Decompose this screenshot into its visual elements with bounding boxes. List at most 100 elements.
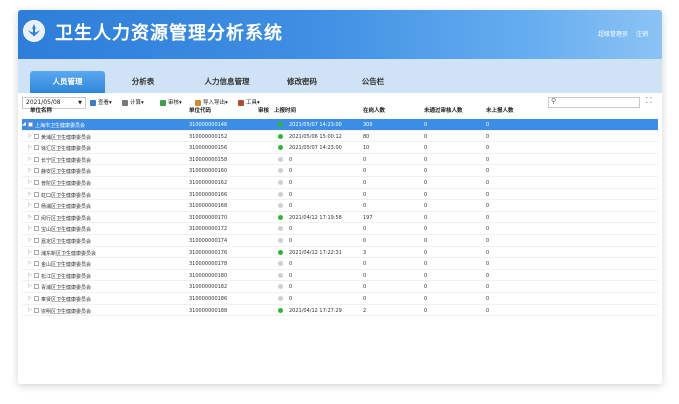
cell-onduty: 0	[363, 237, 367, 244]
tree-expand-icon[interactable]: ▷	[28, 191, 32, 197]
table-row[interactable]: ▷ 奉贤区卫生健康委员会 310000000186 0 0 0 0	[22, 293, 658, 305]
column-header[interactable]: 审核	[258, 106, 269, 114]
cell-code: 310000000186	[189, 295, 228, 302]
table-row[interactable]: ▷ 闵行区卫生健康委员会 310000000170 2021/04/12 17:19:…	[22, 212, 658, 224]
row-checkbox[interactable]	[34, 226, 39, 232]
tree-expand-icon[interactable]: ▷	[28, 133, 32, 139]
cell-onduty: 0	[363, 284, 367, 291]
column-header[interactable]: 未通过审核人数	[424, 106, 463, 114]
row-checkbox[interactable]	[28, 122, 33, 127]
cell-unreported: 0	[486, 145, 490, 152]
row-checkbox[interactable]	[34, 203, 39, 209]
tree-expand-icon[interactable]: ▷	[28, 156, 32, 162]
tree-expand-icon[interactable]: ▷	[28, 144, 32, 150]
column-header[interactable]: 在岗人数	[363, 106, 385, 114]
cell-name: 静安区卫生健康委员会	[41, 169, 92, 176]
cell-onduty: 0	[363, 156, 367, 163]
main-nav: 人员管理 分析表 人力信息管理 修改密码 公告栏	[18, 59, 662, 93]
audit-pending-icon	[278, 284, 283, 290]
row-checkbox[interactable]	[34, 295, 39, 301]
search-icon: ⚲	[551, 97, 557, 105]
row-checkbox[interactable]	[34, 307, 39, 313]
cell-name: 青浦区卫生健康委员会	[41, 285, 92, 292]
current-user-link[interactable]: 超级管理员	[598, 29, 628, 38]
tree-expand-icon[interactable]: ▷	[28, 272, 32, 278]
table-row[interactable]: ▷ 静安区卫生健康委员会 310000000160 0 0 0 0	[22, 165, 658, 177]
table-row[interactable]: ▷ 黄浦区卫生健康委员会 310000000152 2021/05/06 15:00:…	[22, 131, 658, 143]
tab-4[interactable]: 公告栏	[340, 71, 406, 93]
tab-1[interactable]: 分析表	[107, 71, 179, 93]
row-checkbox[interactable]	[34, 261, 39, 267]
tree-expand-icon[interactable]: ▷	[28, 202, 32, 208]
row-checkbox[interactable]	[34, 249, 39, 255]
cell-failed: 0	[424, 168, 428, 175]
audit-passed-icon	[278, 307, 283, 313]
cell-code: 310000000178	[189, 261, 228, 268]
audit-pending-icon	[278, 261, 283, 267]
column-header[interactable]: 上报时间	[274, 106, 296, 114]
tree-expand-icon[interactable]: ▷	[28, 237, 32, 243]
table-row[interactable]: ▷ 普陀区卫生健康委员会 310000000162 0 0 0 0	[22, 177, 658, 189]
table-row[interactable]: ▷ 松江区卫生健康委员会 310000000180 0 0 0 0	[22, 270, 658, 282]
table-row[interactable]: ▷ 虹口区卫生健康委员会 310000000166 0 0 0 0	[22, 189, 658, 201]
table-row[interactable]: ▷ 崇明区卫生健康委员会 310000000188 2021/04/12 17:27:…	[22, 305, 658, 317]
cell-unreported: 0	[486, 237, 490, 244]
tree-expand-icon[interactable]: ▷	[28, 283, 32, 289]
cell-onduty: 3	[363, 249, 367, 256]
fullscreen-icon[interactable]: ⛶	[646, 96, 652, 106]
row-checkbox[interactable]	[34, 133, 39, 139]
cell-name: 上海市卫生健康委员会	[35, 123, 86, 129]
row-checkbox[interactable]	[34, 284, 39, 290]
tab-0[interactable]: 人员管理	[30, 71, 105, 93]
tree-expand-icon[interactable]: ▷	[28, 225, 32, 231]
tree-expand-icon[interactable]: ▷	[28, 214, 32, 220]
cell-unreported: 0	[486, 249, 490, 256]
cell-name: 虹口区卫生健康委员会	[41, 192, 92, 199]
cell-unreported: 0	[486, 133, 490, 140]
cell-unreported: 0	[486, 284, 490, 291]
tab-2[interactable]: 人力信息管理	[187, 71, 267, 93]
tree-expand-icon[interactable]: ▷	[28, 307, 32, 313]
column-header[interactable]: 单位代码	[189, 106, 211, 114]
audit-pending-icon	[278, 168, 283, 174]
column-header[interactable]: 未上报人数	[486, 106, 514, 114]
row-checkbox[interactable]	[34, 214, 39, 220]
row-checkbox[interactable]	[34, 156, 39, 162]
cell-time: 0	[289, 168, 293, 175]
tab-3[interactable]: 修改密码	[267, 71, 337, 93]
cell-unreported: 0	[486, 226, 490, 233]
table-row[interactable]: ▷ 杨浦区卫生健康委员会 310000000168 0 0 0 0	[22, 200, 658, 212]
row-checkbox[interactable]	[34, 237, 39, 243]
audit-pending-icon	[278, 237, 283, 243]
row-checkbox[interactable]	[34, 272, 39, 278]
cell-name: 松江区卫生健康委员会	[41, 273, 92, 280]
tree-expand-icon[interactable]: ▷	[28, 167, 32, 173]
tree-expand-icon[interactable]: ▷	[28, 260, 32, 266]
cell-unreported: 0	[486, 214, 490, 221]
table-row[interactable]: ▷ 浦东新区卫生健康委员会 310000000176 2021/04/12 17:22…	[22, 247, 658, 259]
table-row[interactable]: ▷ 宝山区卫生健康委员会 310000000172 0 0 0 0	[22, 223, 658, 235]
table-row[interactable]: ▷ 徐汇区卫生健康委员会 310000000156 2021/05/07 14:23:…	[22, 142, 658, 154]
tree-expand-icon[interactable]: ▷	[28, 295, 32, 301]
logout-link[interactable]: 注销	[636, 29, 648, 38]
table-row[interactable]: ▷ 嘉定区卫生健康委员会 310000000174 0 0 0 0	[22, 235, 658, 247]
cell-onduty: 10	[363, 145, 370, 152]
audit-passed-icon	[278, 214, 283, 220]
row-checkbox[interactable]	[34, 168, 39, 174]
row-checkbox[interactable]	[34, 191, 39, 197]
cell-onduty: 0	[363, 272, 367, 279]
column-header[interactable]: 单位名称	[30, 106, 52, 114]
row-checkbox[interactable]	[34, 179, 39, 185]
table-row[interactable]: ◢ 上海市卫生健康委员会 310000000146 2021/05/07 14:23:…	[22, 119, 658, 131]
tree-collapse-icon[interactable]: ◢	[22, 121, 26, 127]
cell-onduty: 0	[363, 168, 367, 175]
tree-expand-icon[interactable]: ▷	[28, 249, 32, 255]
tree-expand-icon[interactable]: ▷	[28, 179, 32, 185]
table-row[interactable]: ▷ 金山区卫生健康委员会 310000000178 0 0 0 0	[22, 258, 658, 270]
audit-pending-icon	[278, 156, 283, 162]
cell-time: 0	[289, 237, 293, 244]
cell-unreported: 0	[486, 156, 490, 163]
row-checkbox[interactable]	[34, 145, 39, 151]
table-row[interactable]: ▷ 长宁区卫生健康委员会 310000000158 0 0 0 0	[22, 154, 658, 166]
table-row[interactable]: ▷ 青浦区卫生健康委员会 310000000182 0 0 0 0	[22, 281, 658, 293]
